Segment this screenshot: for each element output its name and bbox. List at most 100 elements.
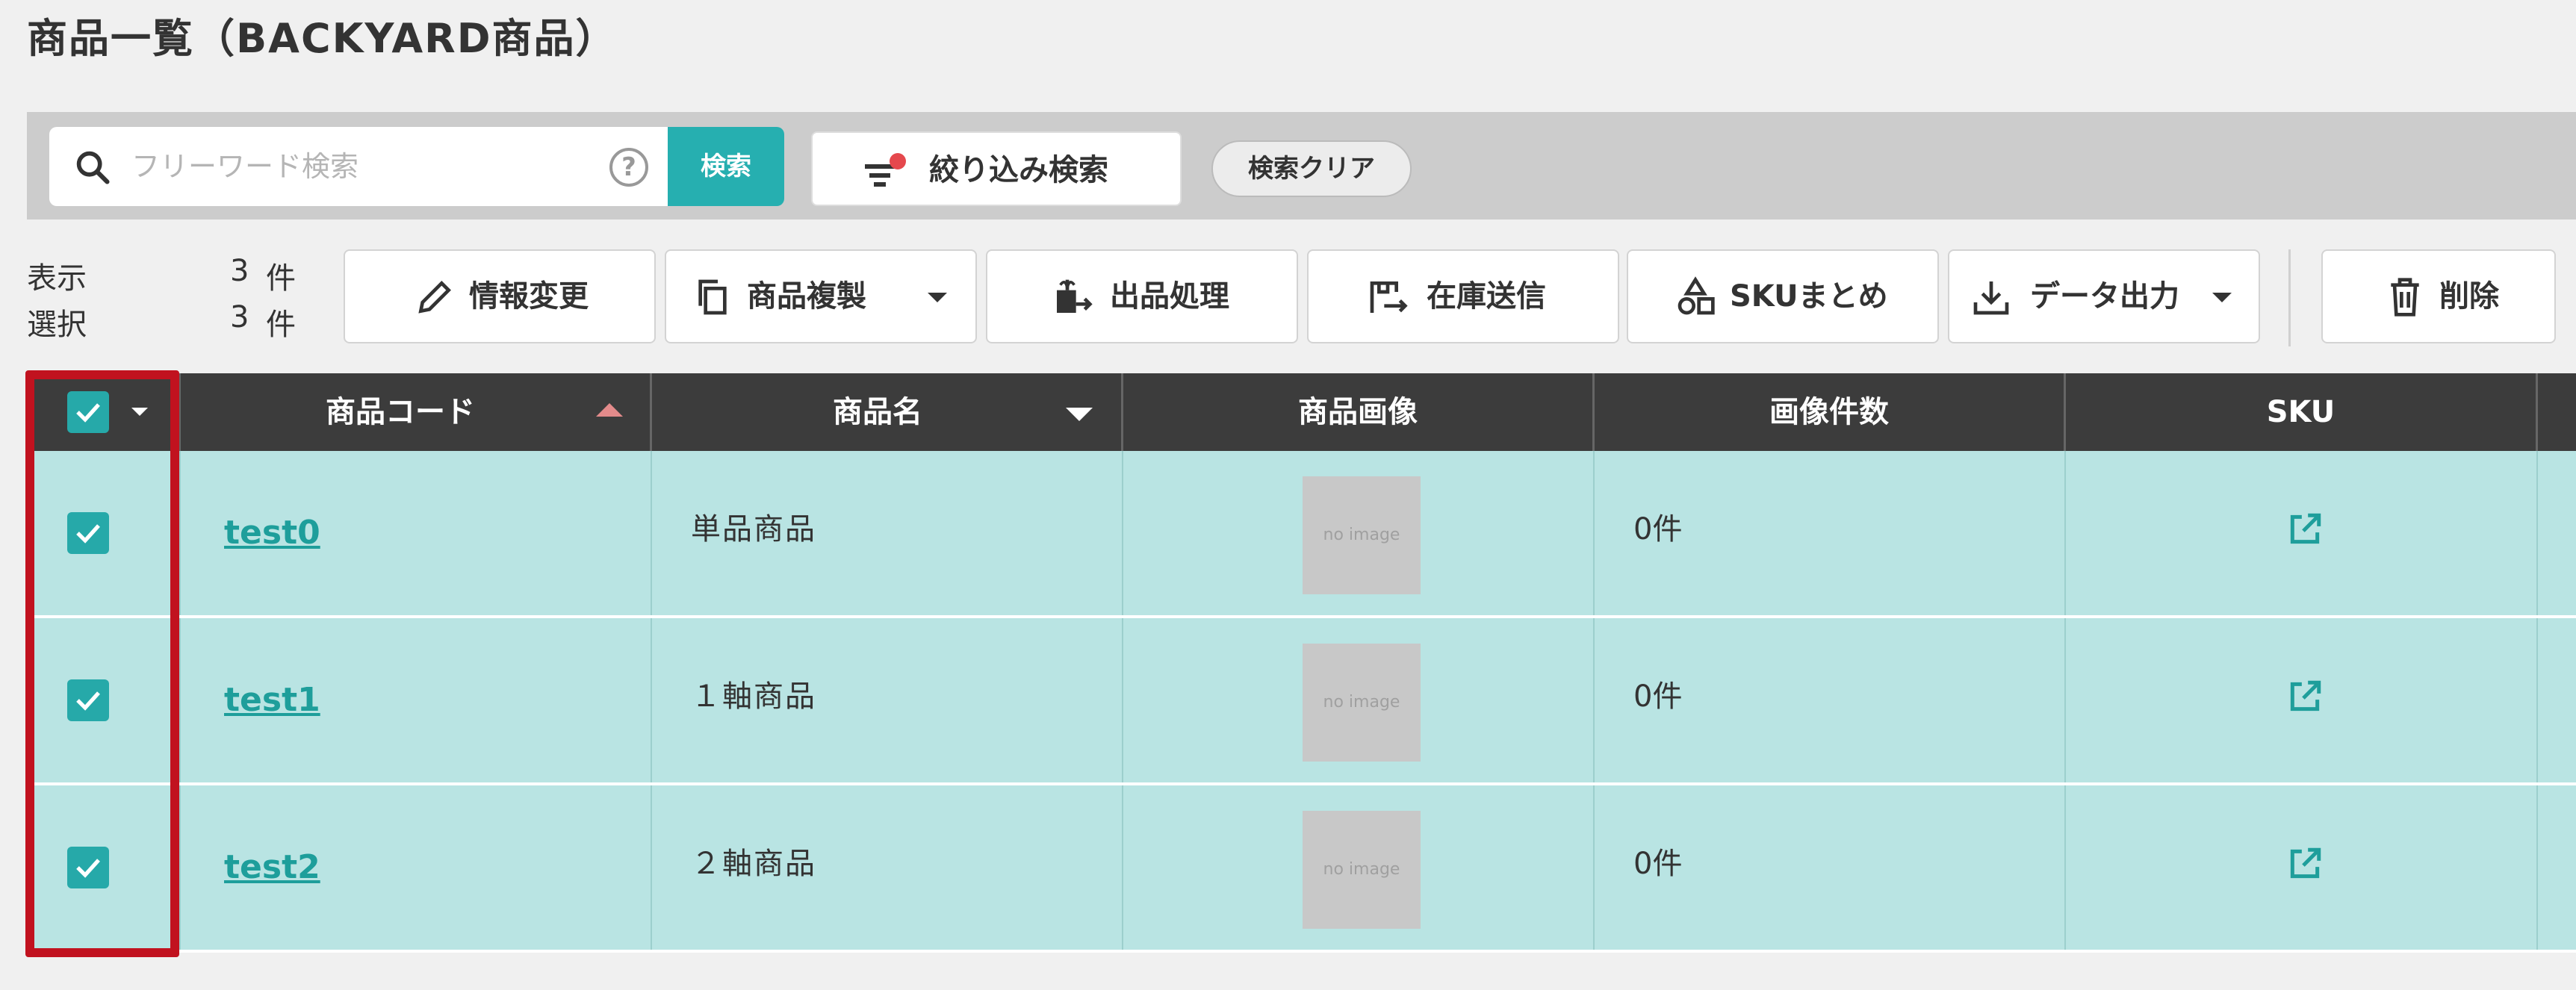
sku-cell xyxy=(2066,618,2538,782)
product-image-cell: no image xyxy=(1123,785,1595,950)
header-product-code[interactable]: 商品コード xyxy=(181,373,652,451)
row-checkbox[interactable] xyxy=(67,512,109,554)
delete-label: 削除 xyxy=(2439,279,2499,314)
product-code-link[interactable]: test1 xyxy=(224,618,320,782)
image-count-cell: 0件 xyxy=(1595,451,2066,615)
select-all-checkbox[interactable] xyxy=(67,391,109,433)
filter-search-label: 絞り込み検索 xyxy=(929,153,1108,187)
check-icon xyxy=(76,859,100,878)
product-code-link[interactable]: test0 xyxy=(224,451,320,615)
product-name: 単品商品 xyxy=(691,512,816,547)
selected-count-value: 3 xyxy=(230,300,249,334)
table-row[interactable]: test1 １軸商品 no image 0件 xyxy=(27,618,2576,785)
chevron-down-icon[interactable] xyxy=(2212,293,2232,302)
product-name: ２軸商品 xyxy=(691,847,816,881)
edit-info-button[interactable]: 情報変更 xyxy=(344,249,656,343)
sku-merge-button[interactable]: SKUまとめ xyxy=(1627,249,1939,343)
data-export-label: データ出力 xyxy=(2030,279,2179,314)
shapes-icon xyxy=(1677,276,1715,315)
edit-info-label: 情報変更 xyxy=(469,279,589,314)
product-name: １軸商品 xyxy=(691,679,816,714)
result-counts: 表示 3 件 選択 3 件 xyxy=(27,249,311,342)
selected-count-unit: 件 xyxy=(266,308,296,342)
page-title: 商品一覧（BACKYARD商品） xyxy=(27,15,618,62)
sku-cell xyxy=(2066,451,2538,615)
search-box: ? xyxy=(49,127,668,206)
product-image-cell: no image xyxy=(1123,618,1595,782)
toolbar-divider xyxy=(2288,249,2291,346)
row-select-cell xyxy=(27,618,181,782)
listing-process-button[interactable]: 出品処理 xyxy=(986,249,1298,343)
selected-count-label: 選択 xyxy=(27,308,87,342)
row-select-cell xyxy=(27,785,181,950)
header-product-name[interactable]: 商品名 xyxy=(652,373,1123,451)
row-select-cell xyxy=(27,451,181,615)
download-icon xyxy=(1973,281,2009,315)
copy-icon xyxy=(698,279,727,315)
row-checkbox[interactable] xyxy=(67,679,109,721)
table-row[interactable]: test2 ２軸商品 no image 0件 xyxy=(27,785,2576,953)
image-count: 0件 xyxy=(1633,512,1683,547)
row-checkbox[interactable] xyxy=(67,847,109,888)
external-link-icon[interactable] xyxy=(2286,678,2324,715)
gift-export-icon xyxy=(1057,279,1093,313)
no-image-placeholder: no image xyxy=(1303,811,1421,929)
chevron-down-icon[interactable] xyxy=(928,293,947,302)
chevron-down-icon[interactable] xyxy=(131,408,148,416)
search-bar: ? 検索 絞り込み検索 検索クリア xyxy=(27,112,2576,220)
sort-desc-icon[interactable] xyxy=(1066,408,1093,421)
header-product-image: 商品画像 xyxy=(1123,373,1595,451)
header-product-code-label: 商品コード xyxy=(326,395,475,429)
image-count: 0件 xyxy=(1633,847,1683,881)
stock-send-button[interactable]: 在庫送信 xyxy=(1307,249,1619,343)
search-icon xyxy=(76,151,110,184)
selected-count: 選択 3 件 xyxy=(27,296,311,342)
sort-asc-icon[interactable] xyxy=(596,403,623,417)
sku-cell xyxy=(2066,785,2538,950)
select-all-header xyxy=(27,373,181,451)
table-header: 商品コード 商品名 商品画像 画像件数 SKU xyxy=(27,373,2576,451)
no-image-placeholder: no image xyxy=(1303,644,1421,762)
product-name-cell: 単品商品 xyxy=(652,451,1123,615)
display-count-unit: 件 xyxy=(266,261,296,296)
sku-merge-label: SKUまとめ xyxy=(1730,279,1888,314)
help-icon[interactable]: ? xyxy=(609,148,648,187)
search-button[interactable]: 検索 xyxy=(668,127,784,206)
header-sku: SKU xyxy=(2066,373,2538,451)
product-code-cell: test0 xyxy=(181,451,652,615)
search-clear-button[interactable]: 検索クリア xyxy=(1211,140,1412,197)
external-link-icon[interactable] xyxy=(2286,511,2324,548)
check-icon xyxy=(76,403,100,423)
product-code-cell: test2 xyxy=(181,785,652,950)
header-image-count: 画像件数 xyxy=(1595,373,2066,451)
display-count-value: 3 xyxy=(230,254,249,288)
check-icon xyxy=(76,524,100,544)
image-count-cell: 0件 xyxy=(1595,618,2066,782)
table-row[interactable]: test0 単品商品 no image 0件 xyxy=(27,451,2576,618)
duplicate-product-label: 商品複製 xyxy=(747,279,866,314)
stock-send-label: 在庫送信 xyxy=(1427,279,1546,314)
display-count-label: 表示 xyxy=(27,261,87,296)
display-count: 表示 3 件 xyxy=(27,249,311,296)
external-link-icon[interactable] xyxy=(2286,845,2324,882)
check-icon xyxy=(76,691,100,711)
stock-send-icon xyxy=(1370,281,1408,313)
filter-icon xyxy=(865,153,906,187)
product-image-cell: no image xyxy=(1123,451,1595,615)
product-name-cell: １軸商品 xyxy=(652,618,1123,782)
filter-search-button[interactable]: 絞り込み検索 xyxy=(811,131,1182,206)
image-count: 0件 xyxy=(1633,679,1683,714)
header-product-name-label: 商品名 xyxy=(833,395,922,429)
product-name-cell: ２軸商品 xyxy=(652,785,1123,950)
no-image-placeholder: no image xyxy=(1303,476,1421,594)
trash-icon xyxy=(2391,278,2419,317)
image-count-cell: 0件 xyxy=(1595,785,2066,950)
listing-process-label: 出品処理 xyxy=(1110,279,1229,314)
data-export-button[interactable]: データ出力 xyxy=(1948,249,2260,343)
pencil-icon xyxy=(418,281,451,314)
delete-button[interactable]: 削除 xyxy=(2321,249,2556,343)
product-code-link[interactable]: test2 xyxy=(224,785,320,950)
search-input[interactable] xyxy=(131,137,609,196)
duplicate-product-button[interactable]: 商品複製 xyxy=(665,249,977,343)
product-code-cell: test1 xyxy=(181,618,652,782)
